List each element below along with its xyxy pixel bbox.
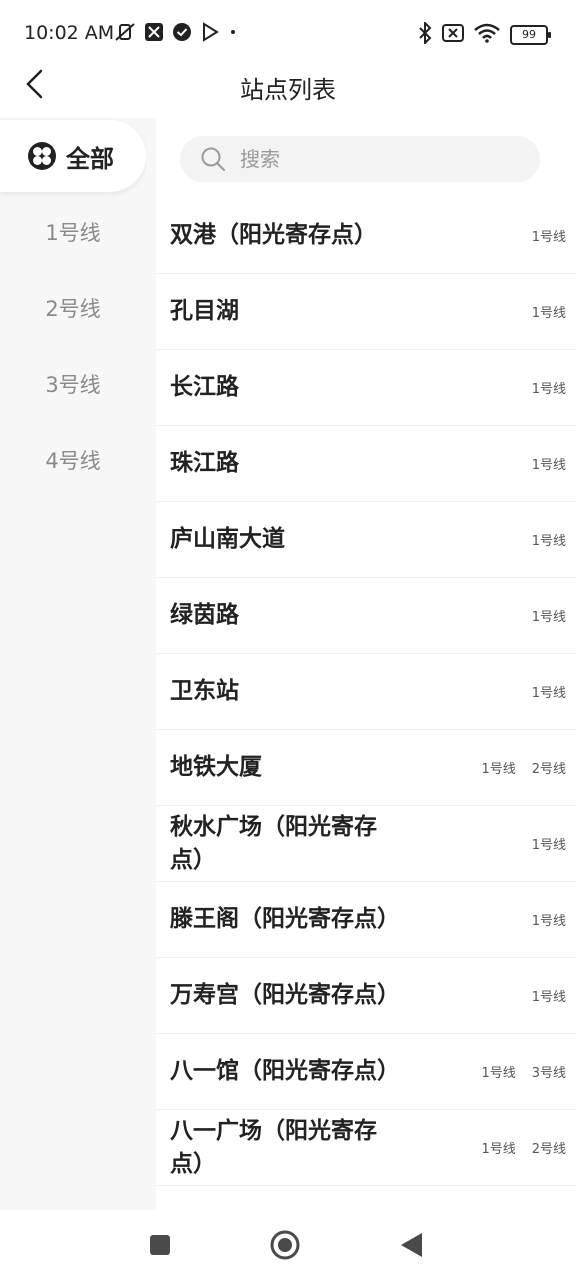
nav-bar: 站点列表 (0, 52, 576, 116)
station-row[interactable]: 孔目湖 1号线 (156, 274, 576, 350)
station-lines: 1号线 (532, 834, 566, 853)
vibrate-muted-icon (114, 22, 136, 46)
station-row[interactable]: 万寿宫（阳光寄存点） 1号线 (156, 958, 576, 1034)
station-name: 孔目湖 (170, 298, 239, 324)
line-tag: 1号线 (531, 458, 566, 473)
station-lines: 1号线 3号线 (481, 1062, 566, 1081)
line-tag: 2号线 (531, 762, 566, 777)
station-row[interactable]: 秋水广场（阳光寄存点） 1号线 (156, 806, 576, 882)
line-tag: 1号线 (531, 230, 566, 245)
station-row[interactable]: 长江路 1号线 (156, 350, 576, 426)
sidebar-item-label: 2号线 (45, 297, 101, 321)
station-lines: 1号线 (532, 910, 566, 929)
station-lines: 1号线 2号线 (481, 758, 566, 777)
sidebar-item-label: 4号线 (45, 449, 101, 473)
station-lines: 1号线 (532, 530, 566, 549)
station-row[interactable]: 八一广场（阳光寄存点） 1号线 2号线 (156, 1110, 576, 1186)
system-back-button[interactable] (394, 1228, 428, 1262)
sim-off-icon (442, 24, 464, 46)
line-tag: 1号线 (531, 914, 566, 929)
line-tag: 1号线 (531, 610, 566, 625)
station-row[interactable]: 双港（阳光寄存点） 1号线 (156, 198, 576, 274)
station-name: 地铁大厦 (170, 754, 262, 780)
station-row[interactable]: 地铁大厦 1号线 2号线 (156, 730, 576, 806)
sidebar-item-line-3[interactable]: 3号线 (0, 346, 146, 422)
battery-indicator: 99 (510, 25, 551, 45)
station-name: 绿茵路 (170, 602, 239, 628)
line-tag: 2号线 (531, 1142, 566, 1157)
station-panel: 双港（阳光寄存点）1号线孔目湖1号线长江路1号线珠江路1号线庐山南大道1号线绿茵… (146, 118, 576, 1210)
station-lines: 1号线 (532, 606, 566, 625)
station-name: 滕王阁（阳光寄存点） (170, 906, 400, 932)
page-title: 站点列表 (240, 76, 336, 104)
home-button[interactable] (268, 1228, 302, 1262)
search-icon (201, 147, 225, 171)
sidebar-item-label: 全部 (66, 144, 114, 173)
home-circle-icon (270, 1230, 300, 1260)
system-navigation-bar (0, 1210, 576, 1280)
station-name: 庐山南大道 (170, 526, 285, 552)
station-row[interactable]: 珠江路 1号线 (156, 426, 576, 502)
station-name: 卫东站 (170, 678, 239, 704)
line-tag: 1号线 (531, 686, 566, 701)
line-tag: 1号线 (531, 382, 566, 397)
station-row[interactable]: 卫东站 1号线 (156, 654, 576, 730)
all-grid-icon (28, 142, 56, 170)
sidebar-item-label: 1号线 (45, 221, 101, 245)
sidebar-item-label: 3号线 (45, 373, 101, 397)
line-tag: 1号线 (531, 838, 566, 853)
station-lines: 1号线 (532, 302, 566, 321)
status-time: 10:02 AM (24, 22, 115, 44)
station-lines: 1号线 2号线 (481, 1138, 566, 1157)
station-lines: 1号线 (532, 454, 566, 473)
dot-icon (228, 22, 238, 46)
line-tag: 1号线 (531, 306, 566, 321)
station-name: 八一馆（阳光寄存点） (170, 1058, 400, 1084)
recent-apps-button[interactable] (143, 1228, 177, 1262)
station-row[interactable]: 滕王阁（阳光寄存点） 1号线 (156, 882, 576, 958)
station-row[interactable]: 庐山南大道 1号线 (156, 502, 576, 578)
station-row[interactable]: 八一馆（阳光寄存点） 1号线 3号线 (156, 1034, 576, 1110)
app-notification-icon (144, 22, 164, 46)
station-name: 双港（阳光寄存点） (170, 222, 377, 248)
sidebar-item-line-4[interactable]: 4号线 (0, 422, 146, 498)
check-badge-icon (172, 22, 192, 46)
station-name: 珠江路 (170, 450, 239, 476)
search-box[interactable] (180, 136, 540, 182)
station-name: 万寿宫（阳光寄存点） (170, 982, 400, 1008)
line-tag: 1号线 (531, 990, 566, 1005)
station-name: 秋水广场（阳光寄存点） (170, 813, 377, 873)
line-tag: 1号线 (531, 534, 566, 549)
content-area: 全部 1号线 2号线 3号线 4号线 双港（阳光寄存点）1号线孔目湖1号线长江路… (0, 118, 576, 1210)
square-icon (150, 1235, 170, 1255)
wifi-icon (474, 23, 500, 47)
sidebar-item-all[interactable]: 全部 (0, 120, 146, 192)
sidebar-item-line-2[interactable]: 2号线 (0, 270, 146, 346)
line-tag: 1号线 (481, 1066, 516, 1081)
station-lines: 1号线 (532, 226, 566, 245)
station-lines: 1号线 (532, 986, 566, 1005)
triangle-back-icon (401, 1233, 422, 1257)
play-store-icon (200, 22, 220, 46)
station-lines: 1号线 (532, 682, 566, 701)
station-name: 八一广场（阳光寄存点） (170, 1117, 377, 1177)
sidebar-item-line-1[interactable]: 1号线 (0, 194, 146, 270)
line-tag: 1号线 (481, 1142, 516, 1157)
search-input[interactable] (238, 146, 502, 172)
station-list: 双港（阳光寄存点） 1号线 孔目湖 1号线 长江路 1号线 珠江路 1号线 庐山南大道 1号线 绿茵… (156, 198, 576, 1186)
station-row[interactable]: 绿茵路 1号线 (156, 578, 576, 654)
station-name: 长江路 (170, 374, 239, 400)
station-lines: 1号线 (532, 378, 566, 397)
line-sidebar: 全部 1号线 2号线 3号线 4号线 (0, 118, 146, 1210)
line-tag: 1号线 (481, 762, 516, 777)
bluetooth-icon (418, 20, 432, 48)
line-tag: 3号线 (531, 1066, 566, 1081)
